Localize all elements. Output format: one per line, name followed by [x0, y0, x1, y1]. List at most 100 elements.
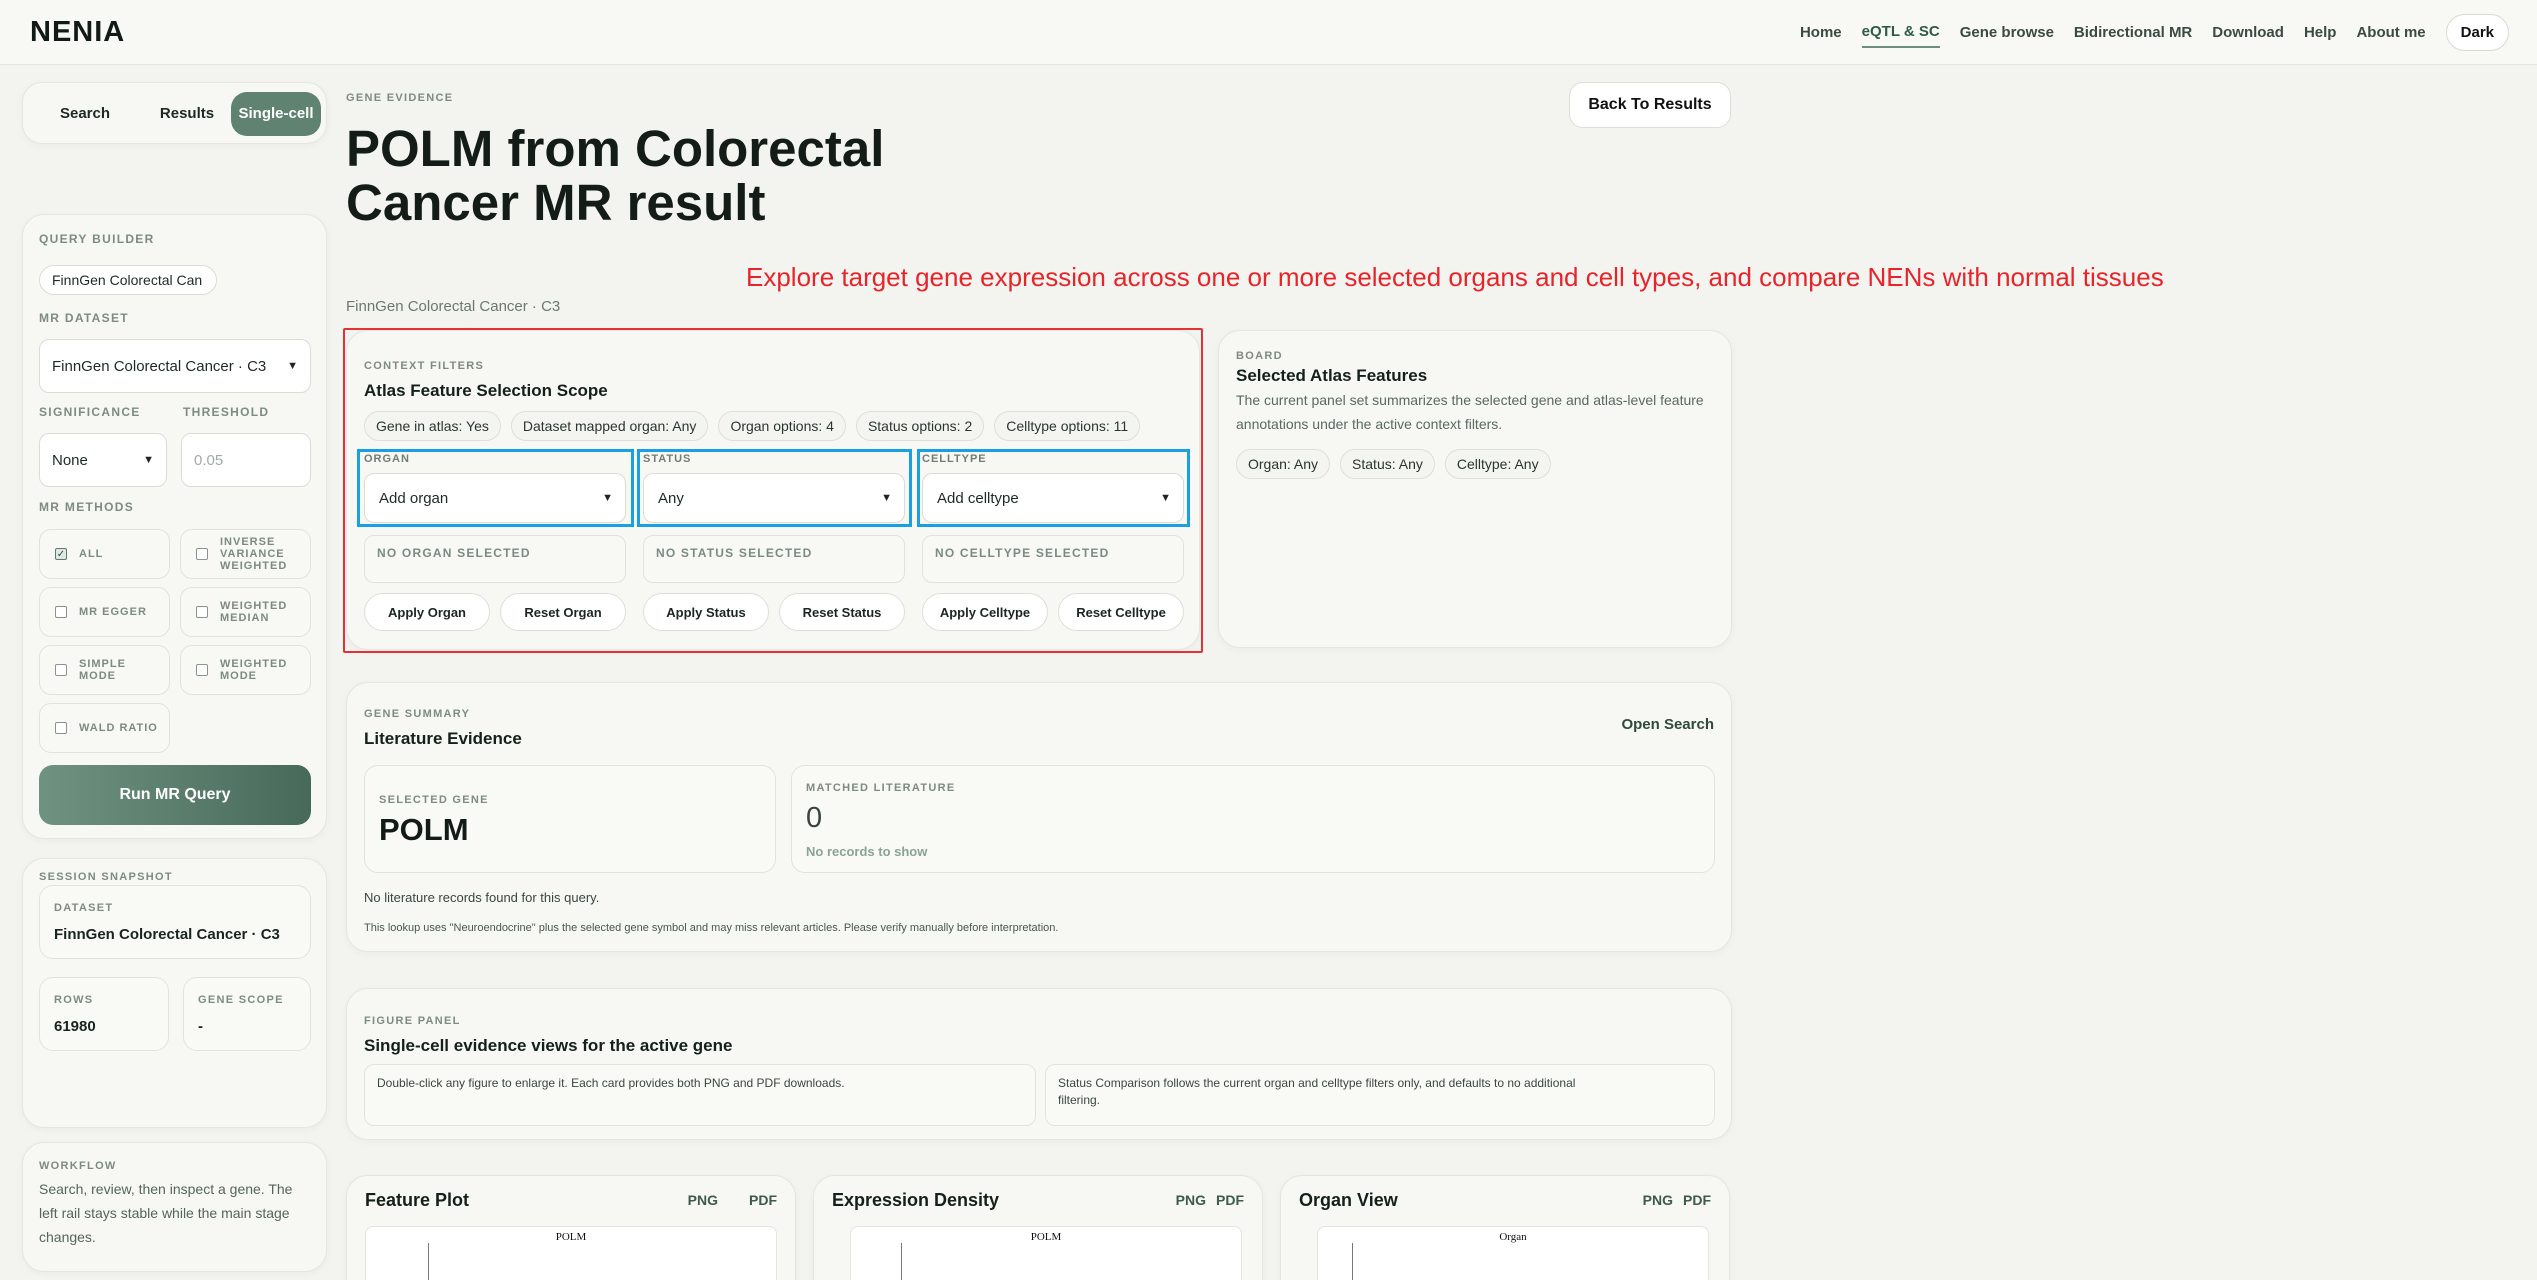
annotation-text: Explore target gene expression across on…: [746, 262, 2164, 292]
apply-status-button[interactable]: Apply Status: [643, 593, 769, 631]
reset-organ-button[interactable]: Reset Organ: [500, 593, 626, 631]
tab-search[interactable]: Search: [35, 92, 135, 136]
method-label: ALL: [79, 548, 104, 560]
organ-select[interactable]: Add organ ▼: [364, 473, 626, 523]
pill-celltype: Celltype: Any: [1444, 449, 1551, 479]
literature-eyebrow: GENE SUMMARY: [364, 708, 471, 720]
png-download-link[interactable]: PNG: [688, 1192, 718, 1208]
nav-gene-browse[interactable]: Gene browse: [1960, 18, 2054, 47]
plot-title: Feature Plot: [365, 1190, 470, 1210]
plot-inner-title: POLM: [1030, 1231, 1062, 1243]
png-download-link[interactable]: PNG: [1643, 1192, 1673, 1208]
dataset-search-input[interactable]: FinnGen Colorectal Can: [39, 265, 217, 295]
status-select[interactable]: Any ▼: [643, 473, 905, 523]
pill-status: Status: Any: [1340, 449, 1435, 479]
chevron-down-icon: ▼: [602, 492, 613, 504]
method-label: MR EGGER: [79, 606, 147, 618]
figure-panel-title: Single-cell evidence views for the activ…: [364, 1036, 733, 1055]
organ-view-card[interactable]: Organ View PNG PDF Organ: [1280, 1175, 1730, 1280]
mr-methods-label: MR METHODS: [39, 500, 134, 514]
query-builder-heading: QUERY BUILDER: [39, 232, 155, 246]
significance-label: SIGNIFICANCE: [39, 405, 141, 419]
method-label: WEIGHTED MEDIAN: [220, 600, 288, 624]
significance-select[interactable]: None ▼: [39, 433, 167, 487]
tab-results[interactable]: Results: [141, 92, 233, 136]
session-dataset-value: FinnGen Colorectal Cancer · C3: [54, 926, 280, 943]
pill-gene-in-atlas: Gene in atlas: Yes: [364, 411, 501, 441]
method-mr-egger[interactable]: MR EGGER: [39, 587, 170, 637]
nav-eqtl-sc[interactable]: eQTL & SC: [1861, 17, 1940, 48]
checkbox-icon: [55, 664, 67, 676]
method-wald-ratio[interactable]: WALD RATIO: [39, 703, 170, 753]
celltype-label: CELLTYPE: [922, 453, 987, 465]
nav-home[interactable]: Home: [1800, 18, 1842, 47]
method-all[interactable]: ✓ ALL: [39, 529, 170, 579]
workflow-heading: WORKFLOW: [39, 1160, 117, 1172]
status-selection-empty: NO STATUS SELECTED: [643, 535, 905, 583]
pdf-download-link[interactable]: PDF: [1216, 1192, 1244, 1208]
pill-celltype-options: Celltype options: 11: [994, 411, 1141, 441]
context-eyebrow: CONTEXT FILTERS: [364, 360, 485, 372]
tab-single-cell[interactable]: Single-cell: [231, 92, 321, 136]
threshold-input[interactable]: 0.05: [181, 433, 311, 487]
nav-help[interactable]: Help: [2304, 18, 2337, 47]
png-download-link[interactable]: PNG: [1176, 1192, 1206, 1208]
celltype-select[interactable]: Add celltype ▼: [922, 473, 1184, 523]
feature-plot-image[interactable]: POLM: [365, 1226, 777, 1280]
mr-dataset-value: FinnGen Colorectal Cancer · C3: [52, 357, 267, 375]
method-simple-mode[interactable]: SIMPLE MODE: [39, 645, 170, 695]
left-tabs: Search Results Single-cell: [22, 82, 327, 144]
board-description: The current panel set summarizes the sel…: [1236, 392, 1704, 432]
session-snapshot: SESSION SNAPSHOT DATASET FinnGen Colorec…: [22, 858, 327, 1128]
context-title: Atlas Feature Selection Scope: [364, 381, 608, 400]
board-eyebrow: BOARD: [1236, 350, 1283, 362]
figure-note-left: Double-click any figure to enlarge it. E…: [364, 1064, 1036, 1126]
expression-density-card[interactable]: Expression Density PNG PDF POLM: [813, 1175, 1263, 1280]
method-ivw[interactable]: INVERSE VARIANCE WEIGHTED: [180, 529, 311, 579]
checkbox-icon: [196, 606, 208, 618]
theme-toggle-button[interactable]: Dark: [2445, 14, 2509, 51]
pdf-download-link[interactable]: PDF: [1683, 1192, 1711, 1208]
literature-empty-message: No literature records found for this que…: [364, 890, 600, 905]
brand-logo[interactable]: NENIA: [30, 16, 125, 49]
chevron-down-icon: ▼: [881, 492, 892, 504]
method-label: WEIGHTED MODE: [220, 658, 288, 682]
method-label: WALD RATIO: [79, 722, 158, 734]
nav-download[interactable]: Download: [2212, 18, 2284, 47]
plot-axis: [1352, 1243, 1353, 1280]
gene-evidence-eyebrow: GENE EVIDENCE: [346, 92, 454, 104]
status-select-value: Any: [658, 489, 684, 507]
pill-organ: Organ: Any: [1236, 449, 1331, 479]
session-rows-label: ROWS: [54, 994, 94, 1006]
expression-density-image[interactable]: POLM: [850, 1226, 1242, 1280]
back-to-results-button[interactable]: Back To Results: [1569, 82, 1731, 128]
organ-view-image[interactable]: Organ: [1317, 1226, 1709, 1280]
nav-bidirectional-mr[interactable]: Bidirectional MR: [2074, 18, 2192, 47]
reset-celltype-button[interactable]: Reset Celltype: [1058, 593, 1184, 631]
open-search-link[interactable]: Open Search: [1621, 716, 1714, 733]
mr-dataset-select[interactable]: FinnGen Colorectal Cancer · C3 ▼: [39, 339, 311, 393]
method-weighted-median[interactable]: WEIGHTED MEDIAN: [180, 587, 311, 637]
board-title: Selected Atlas Features: [1236, 366, 1428, 385]
reset-status-button[interactable]: Reset Status: [779, 593, 905, 631]
method-weighted-mode[interactable]: WEIGHTED MODE: [180, 645, 311, 695]
matched-literature-note: No records to show: [806, 844, 928, 859]
pdf-download-link[interactable]: PDF: [749, 1192, 777, 1208]
workflow-card: WORKFLOW Search, review, then inspect a …: [22, 1142, 327, 1272]
nav-about[interactable]: About me: [2356, 18, 2425, 47]
selected-gene-card: SELECTED GENE POLM: [364, 765, 776, 873]
chevron-down-icon: ▼: [1160, 492, 1171, 504]
apply-organ-button[interactable]: Apply Organ: [364, 593, 490, 631]
selected-gene-value: POLM: [379, 812, 469, 847]
feature-plot-card[interactable]: Feature Plot PNG PDF POLM: [346, 1175, 796, 1280]
apply-celltype-button[interactable]: Apply Celltype: [922, 593, 1048, 631]
status-label: STATUS: [643, 453, 692, 465]
query-builder: QUERY BUILDER FinnGen Colorectal Can MR …: [22, 214, 327, 839]
method-label: SIMPLE MODE: [79, 658, 126, 682]
figure-note-right-text: Status Comparison follows the current or…: [1058, 1076, 1576, 1107]
checkbox-icon: [196, 664, 208, 676]
chevron-down-icon: ▼: [143, 454, 154, 466]
session-heading: SESSION SNAPSHOT: [39, 871, 173, 883]
run-mr-query-button[interactable]: Run MR Query: [39, 765, 311, 825]
session-gene-scope-card: GENE SCOPE -: [183, 977, 311, 1051]
